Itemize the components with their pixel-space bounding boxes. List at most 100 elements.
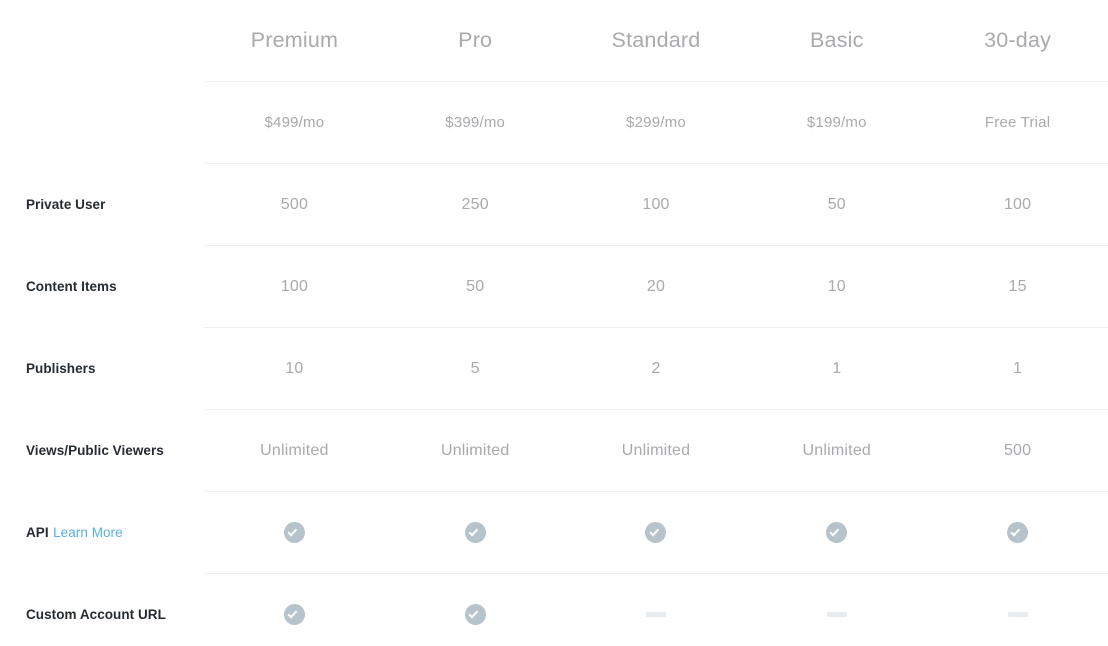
cell: 250	[384, 163, 566, 246]
cell: 100	[565, 163, 747, 246]
table-header: Premium Pro Standard Basic 30-day	[0, 0, 1108, 82]
feature-label: Private User	[26, 196, 106, 212]
cell	[746, 574, 927, 646]
feature-label-cell: Private User	[0, 164, 204, 246]
table-row: Custom Account URL	[0, 574, 1108, 646]
comparison-table: Premium Pro Standard Basic 30-day $499/m…	[0, 0, 1108, 646]
cell: Unlimited	[746, 409, 928, 492]
cell	[384, 491, 566, 574]
plan-price-standard: $299/mo	[565, 81, 747, 164]
price-row-spacer	[0, 82, 204, 164]
cell-value: 2	[651, 359, 661, 377]
plan-name: Premium	[250, 27, 339, 52]
cell: 20	[565, 245, 747, 328]
cell: 100	[204, 245, 385, 328]
plan-price-premium: $499/mo	[204, 81, 385, 164]
cell-value: 100	[642, 195, 670, 213]
feature-label-cell: API Learn More	[0, 492, 204, 574]
table-row: Private User 500 250 100 50 100	[0, 163, 1108, 246]
feature-label-cell: Views/Public Viewers	[0, 410, 204, 492]
cell	[565, 491, 747, 574]
check-circle-icon	[1007, 522, 1029, 544]
table-row: Content Items 100 50 20 10 15	[0, 245, 1108, 328]
plan-name-row: Premium Pro Standard Basic 30-day	[0, 0, 1108, 82]
cell-value: 50	[466, 277, 485, 295]
plan-name: Pro	[458, 27, 493, 52]
cell-value: 250	[461, 195, 489, 213]
cell-value: 5	[470, 359, 480, 377]
cell	[204, 491, 385, 574]
cell-value: 50	[827, 195, 846, 213]
cell: 500	[927, 409, 1108, 492]
cell: 500	[204, 163, 385, 246]
learn-more-link[interactable]: Learn More	[53, 525, 123, 540]
cell-value: 10	[285, 359, 304, 377]
check-circle-icon	[283, 522, 305, 544]
feature-label: API	[26, 524, 49, 540]
feature-label: Custom Account URL	[26, 606, 166, 622]
plan-price-pro: $399/mo	[384, 81, 566, 164]
cell-value: Unlimited	[260, 441, 329, 459]
plan-name: Basic	[810, 27, 864, 52]
table-body: $499/mo $399/mo $299/mo $199/mo Free Tri…	[0, 81, 1108, 646]
check-circle-icon	[645, 522, 667, 544]
plan-price-row: $499/mo $399/mo $299/mo $199/mo Free Tri…	[0, 81, 1108, 164]
dash-icon	[826, 604, 848, 626]
cell: Unlimited	[565, 409, 747, 492]
cell-value: 1	[832, 359, 842, 377]
dash-icon	[1007, 604, 1029, 626]
cell	[385, 574, 566, 646]
cell: 15	[927, 245, 1108, 328]
cell-value: 100	[280, 277, 309, 295]
cell: 2	[565, 327, 747, 410]
table-row: API Learn More	[0, 491, 1108, 574]
cell: 50	[746, 163, 928, 246]
feature-label: Views/Public Viewers	[26, 442, 164, 458]
cell	[746, 491, 928, 574]
cell: Unlimited	[204, 409, 385, 492]
check-circle-icon	[283, 604, 305, 626]
cell: 50	[384, 245, 566, 328]
check-circle-icon	[826, 522, 848, 544]
cell	[927, 574, 1108, 646]
cell: 10	[746, 245, 928, 328]
cell: 5	[384, 327, 566, 410]
feature-label-cell: Publishers	[0, 328, 204, 410]
dash-icon	[645, 604, 667, 626]
cell: 1	[927, 327, 1108, 410]
feature-label: Content Items	[26, 278, 117, 294]
plan-header-basic: Basic	[746, 0, 927, 82]
plan-name: 30-day	[984, 27, 1052, 52]
cell-value: 500	[280, 195, 309, 213]
check-circle-icon	[464, 522, 486, 544]
table-row: Publishers 10 5 2 1 1	[0, 327, 1108, 410]
plan-price: $199/mo	[806, 113, 867, 131]
cell-value: Unlimited	[440, 441, 510, 459]
feature-column-header	[0, 0, 204, 82]
plan-header-30-day: 30-day	[927, 0, 1108, 82]
feature-label-cell: Content Items	[0, 246, 204, 328]
plan-header-premium: Premium	[204, 0, 385, 82]
cell-value: Unlimited	[802, 441, 872, 459]
cell-value: 1	[1013, 359, 1023, 377]
cell: 10	[204, 327, 385, 410]
table-row: Views/Public Viewers Unlimited Unlimited…	[0, 409, 1108, 492]
plan-price-30-day: Free Trial	[927, 81, 1108, 164]
cell-value: 15	[1008, 277, 1027, 295]
plan-price: $299/mo	[626, 113, 686, 131]
check-circle-icon	[464, 604, 486, 626]
cell-value: 500	[1003, 441, 1032, 459]
plan-price: $499/mo	[264, 113, 325, 131]
plan-header-standard: Standard	[566, 0, 747, 82]
plan-name: Standard	[611, 27, 701, 52]
plan-price: $399/mo	[445, 113, 506, 131]
cell: 100	[927, 163, 1108, 246]
plan-price-basic: $199/mo	[746, 81, 928, 164]
feature-label-cell: Custom Account URL	[0, 574, 204, 646]
cell-value: Unlimited	[621, 441, 691, 459]
feature-label: Publishers	[26, 360, 96, 376]
plan-header-pro: Pro	[385, 0, 566, 82]
cell	[566, 574, 747, 646]
cell: 1	[746, 327, 928, 410]
cell-value: 10	[827, 277, 846, 295]
